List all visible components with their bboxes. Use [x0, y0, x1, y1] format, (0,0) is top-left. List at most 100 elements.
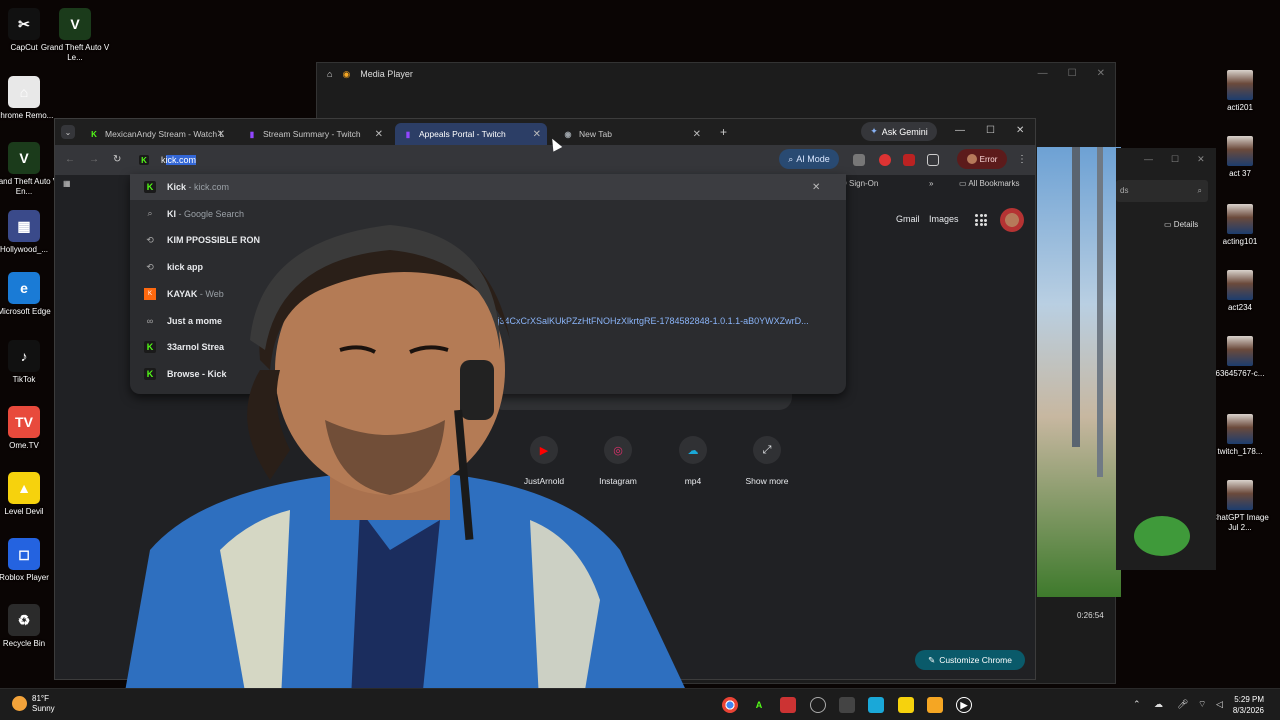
clock[interactable]: 5:29 PM 8/3/2026: [1233, 694, 1264, 716]
suggestion-bold: KIM PPOSSIBLE RON: [167, 235, 261, 246]
close-icon[interactable]: ✕: [693, 129, 701, 140]
search-input[interactable]: ds ⌕: [1116, 180, 1208, 202]
all-bookmarks[interactable]: ▭ All Bookmarks: [959, 179, 1019, 188]
weather-widget[interactable]: 81°F Sunny: [12, 694, 55, 714]
close-button[interactable]: ✕: [1097, 68, 1105, 79]
reload-button[interactable]: ↻: [113, 154, 121, 165]
extension-icon[interactable]: [903, 154, 915, 166]
suggestion-row[interactable]: K Kick - kick.com ✕: [130, 174, 846, 200]
suggestion-row[interactable]: ∞ Just a mome 46mllj34CxCrXSalKUkPZzHtFNOH…: [130, 308, 846, 334]
app-icon: V: [59, 8, 91, 40]
app-taskbar-icon[interactable]: [810, 697, 826, 713]
shortcut-tile[interactable]: ▶ JustArnold: [509, 436, 579, 486]
tab-4[interactable]: ◉ New Tab ✕: [555, 123, 707, 145]
volume-icon[interactable]: ◁: [1216, 699, 1223, 710]
extension-icon[interactable]: [879, 154, 891, 166]
more-menu-icon[interactable]: ⋮: [1017, 154, 1027, 165]
tab-search-button[interactable]: ⌄: [61, 125, 75, 139]
maximize-button[interactable]: ☐: [1068, 68, 1077, 79]
maximize-button[interactable]: ☐: [1171, 154, 1179, 165]
app-taskbar-icon[interactable]: A: [751, 697, 767, 713]
extension-icon[interactable]: [853, 154, 865, 166]
tab-2[interactable]: ▮ Stream Summary - Twitch ✕: [239, 123, 389, 145]
desktop-icon[interactable]: ▲ Level Devil: [0, 472, 59, 517]
google-apps-icon[interactable]: [975, 214, 987, 226]
desktop-icon[interactable]: ⌂ Chrome Remo...: [0, 76, 59, 121]
maximize-button[interactable]: ☐: [986, 125, 995, 136]
minimize-button[interactable]: —: [955, 125, 965, 136]
suggestion-bold: 33arnol Strea: [167, 342, 225, 353]
desktop-icon[interactable]: ♪ TikTok: [0, 340, 59, 385]
desktop-icon[interactable]: acti201: [1205, 70, 1275, 113]
wifi-icon[interactable]: ⌔: [1198, 699, 1206, 710]
chrome-taskbar-icon[interactable]: [722, 697, 738, 713]
customize-chrome-button[interactable]: ✎ Customize Chrome: [915, 650, 1025, 670]
profile-error-button[interactable]: Error: [957, 149, 1007, 169]
minimize-button[interactable]: —: [1144, 154, 1153, 165]
video-frame[interactable]: [1037, 147, 1121, 597]
kick-icon: K: [144, 181, 156, 193]
close-icon[interactable]: ✕: [533, 129, 541, 140]
suggestion-bold: kick app: [167, 262, 204, 273]
minimize-button[interactable]: —: [1038, 68, 1048, 79]
media-player-title: Media Player: [360, 69, 413, 79]
close-icon[interactable]: ✕: [375, 129, 383, 140]
tab-3[interactable]: ▮ Appeals Portal - Twitch ✕: [395, 123, 547, 145]
suggestion-row[interactable]: K KAYAK - Web: [130, 281, 846, 307]
close-icon[interactable]: ✕: [217, 129, 225, 140]
forward-button[interactable]: →: [89, 154, 99, 165]
close-button[interactable]: ✕: [1197, 154, 1205, 165]
ai-mode-button[interactable]: ⌕ AI Mode: [779, 149, 839, 169]
media-player-taskbar-icon[interactable]: ▶: [956, 697, 972, 713]
suggestion-bold: Kick: [167, 182, 187, 192]
app-taskbar-icon[interactable]: [780, 697, 796, 713]
suggestion-text: Kick - kick.com: [167, 182, 229, 192]
tab-favicon-icon: ▮: [405, 129, 411, 139]
media-player-titlebar[interactable]: ⌂ ◉ Media Player: [317, 63, 1115, 85]
cloud-icon[interactable]: ☁: [1154, 699, 1163, 710]
app-taskbar-icon[interactable]: [898, 697, 914, 713]
suggestion-row[interactable]: K 33arnol Strea: [130, 334, 846, 360]
close-icon[interactable]: ✕: [812, 182, 820, 193]
tab-favicon-icon: K: [91, 129, 97, 139]
home-icon[interactable]: ⌂: [327, 69, 332, 79]
omnibox[interactable]: K k ick.com: [139, 149, 779, 171]
desktop-icon[interactable]: TV Ome.TV: [0, 406, 59, 451]
desktop-icon-label: TikTok: [12, 375, 36, 384]
app-taskbar-icon[interactable]: [868, 697, 884, 713]
desktop-icon[interactable]: V Grand Theft Auto V Le...: [40, 8, 110, 63]
app-taskbar-icon[interactable]: [927, 697, 943, 713]
shortcut-tile[interactable]: ◎ Instagram: [583, 436, 653, 486]
suggestion-row[interactable]: K Browse - Kick: [130, 361, 846, 387]
shortcut-tile[interactable]: ☁ mp4: [658, 436, 728, 486]
desktop-icon[interactable]: ▦ Hollywood_...: [0, 210, 59, 255]
desktop-icon[interactable]: e Microsoft Edge: [0, 272, 59, 317]
app-taskbar-icon[interactable]: [839, 697, 855, 713]
desktop-icon-label: Chrome Remo...: [0, 111, 54, 120]
chevron-up-icon[interactable]: ⌃: [1133, 699, 1141, 710]
chevron-right-icon[interactable]: »: [929, 179, 933, 188]
suggestion-text: Just a mome: [167, 316, 222, 326]
desktop-icon[interactable]: V Grand Theft Auto V En...: [0, 142, 59, 197]
images-link[interactable]: Images: [929, 214, 959, 224]
gmail-link[interactable]: Gmail: [896, 214, 920, 224]
avatar[interactable]: [1000, 208, 1024, 232]
desktop-icon[interactable]: ♻ Recycle Bin: [0, 604, 59, 649]
shortcut-icon: ⤢: [753, 436, 781, 464]
details-button[interactable]: ▭ Details: [1164, 220, 1198, 229]
desktop-icon[interactable]: ◻ Roblox Player: [0, 538, 59, 583]
tab-1[interactable]: K MexicanAndy Stream - Watch L ✕: [81, 123, 231, 145]
suggestion-row[interactable]: ⟲ KIM PPOSSIBLE RON: [130, 227, 846, 253]
new-tab-button[interactable]: +: [720, 125, 727, 139]
back-button[interactable]: ←: [65, 154, 75, 165]
extensions-puzzle-icon[interactable]: [927, 154, 939, 166]
ask-gemini-button[interactable]: ✦ Ask Gemini: [861, 122, 937, 141]
suggestion-row[interactable]: ⟲ kick app: [130, 254, 846, 280]
microphone-icon[interactable]: 🎤︎: [1177, 699, 1188, 710]
apps-grid-icon[interactable]: ▦: [63, 179, 71, 188]
close-button[interactable]: ✕: [1016, 125, 1024, 136]
bookmark-sign-on[interactable]: D Sign-On: [841, 179, 878, 188]
suggestion-row[interactable]: ⌕ KI - Google Search: [130, 201, 846, 227]
image-thumbnail-icon: [1227, 204, 1253, 234]
shortcut-tile[interactable]: ⤢ Show more: [732, 436, 802, 486]
